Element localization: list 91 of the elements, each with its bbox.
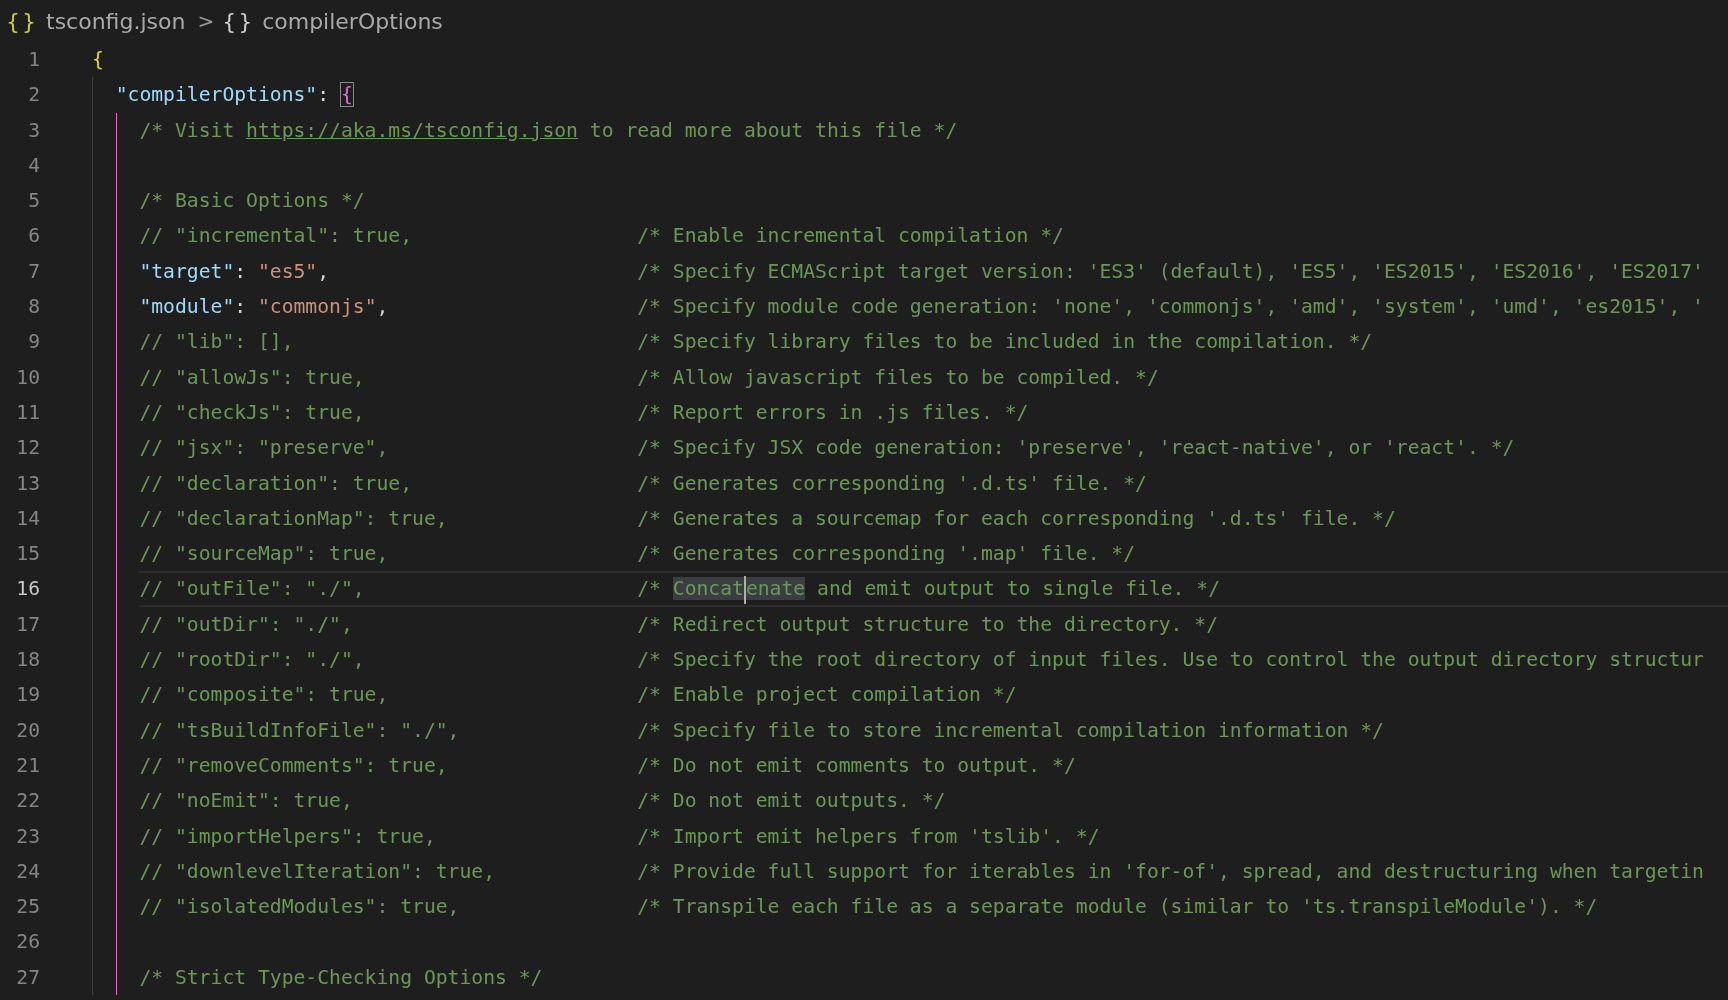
line-number: 11 xyxy=(15,399,40,426)
line-number: 22 xyxy=(15,788,40,815)
code-comment: /* Specify JSX code generation: 'preserve', 'react-native', or 'react'. */ xyxy=(637,436,1515,460)
code-comment: /* Redirect output structure to the directory. */ xyxy=(637,612,1218,636)
line-number: 26 xyxy=(15,929,40,956)
breadcrumb-item[interactable]: tsconfig.json xyxy=(46,8,186,34)
code-comment: // "importHelpers": true, xyxy=(139,824,436,848)
string-value: "commonjs" xyxy=(257,295,377,319)
json-key: "module" xyxy=(139,295,235,319)
code-comment: // "downlevelIteration": true, xyxy=(139,859,495,883)
code-comment: /* Report errors in .js files. */ xyxy=(637,400,1029,424)
code-comment: /* Do not emit comments to output. */ xyxy=(637,753,1076,777)
line-number: 1 xyxy=(27,47,40,73)
line-number: 20 xyxy=(15,717,40,744)
line-number: 18 xyxy=(15,647,40,674)
line-number: 15 xyxy=(15,541,40,568)
code-comment: /* Do not emit outputs. */ xyxy=(637,789,946,813)
line-number: 13 xyxy=(15,470,40,497)
punctuation: : xyxy=(234,295,248,319)
breadcrumb-item[interactable]: compilerOptions xyxy=(262,8,443,34)
brace: { xyxy=(92,48,104,71)
text-cursor xyxy=(743,575,746,604)
code-comment: /* Generates corresponding '.map' file. */ xyxy=(637,542,1136,566)
line-number: 23 xyxy=(15,823,40,850)
line-number: 17 xyxy=(15,611,40,638)
code-comment: // "isolatedModules": true, xyxy=(139,895,460,919)
json-key: "target" xyxy=(139,259,235,283)
line-number: 12 xyxy=(15,435,40,462)
json-key: "compilerOptions" xyxy=(115,83,318,107)
code-comment: // "jsx": "preserve", xyxy=(139,436,389,460)
line-number: 25 xyxy=(15,894,40,921)
code-comment: /* Visit xyxy=(139,118,236,142)
line-number: 8 xyxy=(27,294,40,321)
line-number: 2 xyxy=(27,82,40,109)
punctuation: : xyxy=(317,83,331,107)
code-comment: /* Transpile each file as a separate module (similar to 'ts.transpileModule'). */ xyxy=(637,895,1598,919)
punctuation: , xyxy=(317,259,330,283)
line-number: 7 xyxy=(27,258,40,285)
code-comment: // "incremental": true, xyxy=(139,224,413,248)
string-value: "es5" xyxy=(257,259,318,283)
code-comment: // "composite": true, xyxy=(139,683,389,707)
code-comment: /* Specify module code generation: 'none', 'commonjs', 'amd', 'system', 'umd', 'es2015', ' xyxy=(637,295,1704,319)
code-comment: /* Provide full support for iterables in 'for-of', spread, and destructuring when targetin xyxy=(637,859,1704,883)
punctuation: : xyxy=(234,259,248,283)
line-number: 6 xyxy=(27,223,40,250)
line-number: 3 xyxy=(27,117,40,144)
code-comment: and emit output to single file. */ xyxy=(816,577,1221,601)
link[interactable]: https://aka.ms/tsconfig.json xyxy=(246,118,578,142)
code-comment: /* Basic Options */ xyxy=(139,189,365,213)
code-comment: // "checkJs": true, xyxy=(139,400,365,424)
line-number: 27 xyxy=(15,964,40,991)
line-number: 9 xyxy=(27,329,40,356)
braces-icon: {} xyxy=(222,8,255,34)
code-comment: // "lib": [], xyxy=(139,330,294,354)
code-comment: /* xyxy=(637,577,662,601)
code-comment: /* Generates corresponding '.d.ts' file. */ xyxy=(637,471,1147,495)
code-comment: // "removeComments": true, xyxy=(139,753,448,777)
line-number: 19 xyxy=(15,682,40,709)
code-comment: // "noEmit": true, xyxy=(139,789,353,813)
code-comment: // "declarationMap": true, xyxy=(139,506,448,530)
selected-text: enate xyxy=(745,577,806,601)
code-comment: /* Enable project compilation */ xyxy=(637,683,1017,707)
chevron-icon: > xyxy=(197,9,215,33)
code-comment: /* Generates a sourcemap for each corresponding '.d.ts' file. */ xyxy=(637,506,1396,530)
line-number: 4 xyxy=(27,152,40,179)
code-comment: // "outDir": "./", xyxy=(139,612,353,636)
code-comment: /* Strict Type-Checking Options */ xyxy=(139,965,543,989)
code-comment: // "outFile": "./", xyxy=(139,577,365,601)
code-comment: /* Import emit helpers from 'tslib'. */ xyxy=(637,824,1100,848)
code-comment: /* Enable incremental compilation */ xyxy=(637,224,1064,248)
code-comment: // "sourceMap": true, xyxy=(139,542,389,566)
code-comment: // "declaration": true, xyxy=(139,471,413,495)
line-number: 16 xyxy=(15,576,40,603)
code-comment: // "rootDir": "./", xyxy=(139,648,365,672)
code-comment: /* Specify file to store incremental compilation information */ xyxy=(637,718,1384,742)
code-comment: // "allowJs": true, xyxy=(139,365,365,389)
code-comment: to read more about this file */ xyxy=(588,118,958,142)
code-comment: /* Allow javascript files to be compiled. */ xyxy=(637,365,1159,389)
json-file-icon: {} xyxy=(6,8,38,34)
line-number: 21 xyxy=(15,752,40,779)
line-number: 5 xyxy=(27,188,40,215)
selected-text: Concat xyxy=(672,577,744,601)
punctuation: , xyxy=(376,295,389,319)
brace: { xyxy=(340,83,353,107)
code-comment: /* Specify library files to be included in the compilation. */ xyxy=(637,330,1373,354)
line-number: 10 xyxy=(15,364,40,391)
line-number: 24 xyxy=(15,858,40,885)
code-comment: // "tsBuildInfoFile": "./", xyxy=(139,718,460,742)
code-comment: /* Specify ECMAScript target version: 'ES3' (default), 'ES5', 'ES2015', 'ES2016', 'ES2017' xyxy=(637,259,1704,283)
line-number: 14 xyxy=(15,505,40,532)
code-comment: /* Specify the root directory of input files. Use to control the output directory structur xyxy=(637,648,1704,672)
